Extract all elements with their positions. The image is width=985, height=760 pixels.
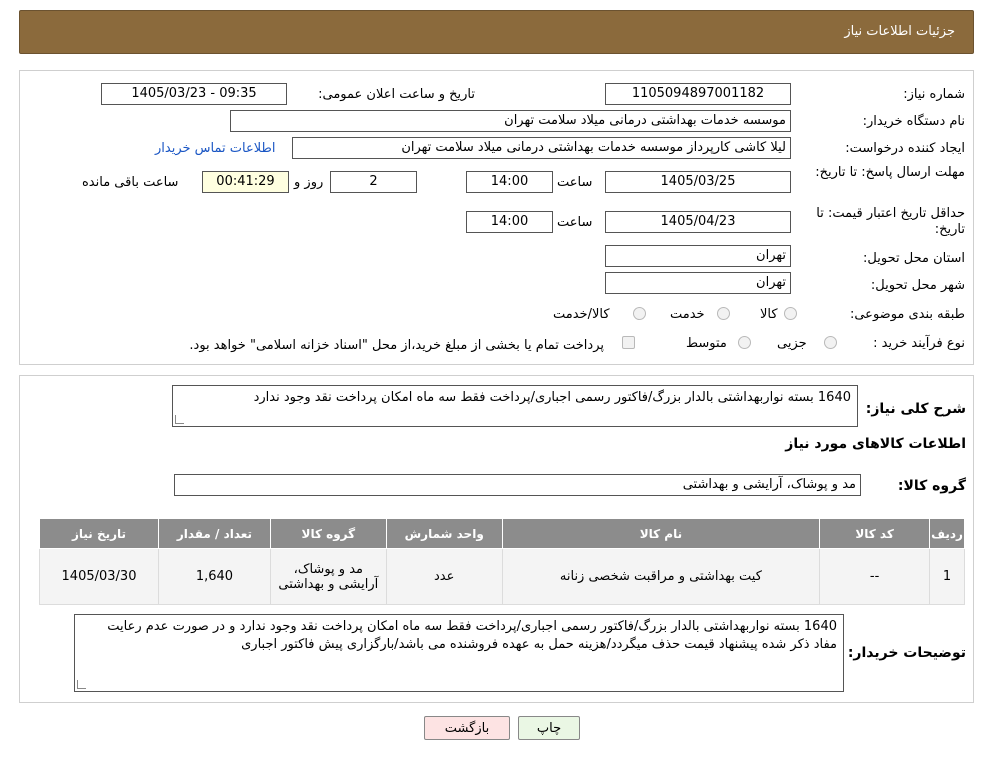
- process-medium-radio[interactable]: [738, 336, 751, 349]
- price-validity-label: حداقل تاریخ اعتبار قیمت: تا تاریخ:: [816, 206, 965, 237]
- goods-group-field: مد و پوشاک، آرایشی و بهداشتی: [174, 474, 861, 496]
- process-minor-label: جزیی: [777, 336, 807, 351]
- province-field: تهران: [605, 245, 791, 267]
- announce-date-field: 1405/03/23 - 09:35: [101, 83, 287, 105]
- cell-row: 1: [929, 548, 965, 605]
- city-field: تهران: [605, 272, 791, 294]
- category-service-radio[interactable]: [717, 307, 730, 320]
- price-validity-time-label: ساعت: [557, 215, 593, 230]
- col-date: تاریخ نیاز: [39, 518, 159, 549]
- cell-name: کیت بهداشتی و مراقبت شخصی زنانه: [501, 548, 821, 605]
- need-number-label: شماره نیاز:: [903, 87, 965, 102]
- buyer-contact-link[interactable]: اطلاعات تماس خریدار: [155, 141, 275, 156]
- buyer-org-field: موسسه خدمات بهداشتی درمانی میلاد سلامت ت…: [230, 110, 791, 132]
- cell-code: --: [819, 548, 931, 605]
- buyer-notes-textarea[interactable]: 1640 بسته نواربهداشتی بالدار بزرگ/فاکتور…: [74, 614, 844, 692]
- goods-group-label: گروه کالا:: [897, 478, 966, 494]
- deadline-label: مهلت ارسال پاسخ: تا تاریخ:: [815, 165, 965, 180]
- process-type-label: نوع فرآیند خرید :: [873, 336, 965, 351]
- cell-date: 1405/03/30: [39, 548, 159, 605]
- resize-grip-icon[interactable]: [77, 680, 86, 689]
- creator-field: لیلا کاشی کارپرداز موسسه خدمات بهداشتی د…: [292, 137, 791, 159]
- buyer-notes-label: توضیحات خریدار:: [847, 645, 966, 661]
- print-button[interactable]: چاپ: [518, 716, 580, 740]
- col-name: نام کالا: [501, 518, 821, 549]
- category-goods-service-radio[interactable]: [633, 307, 646, 320]
- description-label: شرح کلی نیاز:: [865, 401, 966, 417]
- treasury-bonds-note: پرداخت تمام یا بخشی از مبلغ خرید،از محل …: [189, 338, 604, 353]
- need-number-field: 1105094897001182: [605, 83, 791, 105]
- category-label: طبقه بندی موضوعی:: [849, 307, 965, 322]
- remaining-time-label: ساعت باقی مانده: [82, 175, 179, 190]
- remaining-days-field: 2: [330, 171, 417, 193]
- process-minor-radio[interactable]: [824, 336, 837, 349]
- announce-date-label: تاریخ و ساعت اعلان عمومی:: [318, 87, 475, 102]
- buyer-notes-text: 1640 بسته نواربهداشتی بالدار بزرگ/فاکتور…: [107, 619, 837, 652]
- category-goods-radio[interactable]: [784, 307, 797, 320]
- description-text: 1640 بسته نواربهداشتی بالدار بزرگ/فاکتور…: [253, 390, 851, 405]
- goods-table: ردیف کد کالا نام کالا واحد شمارش گروه کا…: [39, 518, 965, 605]
- table-row: 1 -- کیت بهداشتی و مراقبت شخصی زنانه عدد…: [39, 548, 965, 605]
- cell-unit: عدد: [385, 548, 503, 605]
- page-header: جزئیات اطلاعات نیاز: [19, 10, 974, 54]
- category-goods-label: کالا: [760, 307, 778, 322]
- buyer-org-label: نام دستگاه خریدار:: [862, 114, 965, 129]
- deadline-time-label: ساعت: [557, 175, 593, 190]
- description-textarea[interactable]: 1640 بسته نواربهداشتی بالدار بزرگ/فاکتور…: [172, 385, 858, 427]
- city-label: شهر محل تحویل:: [870, 278, 965, 293]
- col-code: کد کالا: [819, 518, 931, 549]
- creator-label: ایجاد کننده درخواست:: [845, 141, 965, 156]
- resize-grip-icon[interactable]: [175, 415, 184, 424]
- col-row: ردیف: [929, 518, 965, 549]
- goods-section-title: اطلاعات کالاهای مورد نیاز: [785, 436, 966, 452]
- cell-group: مد و پوشاک، آرایشی و بهداشتی: [269, 548, 387, 605]
- province-label: استان محل تحویل:: [863, 251, 965, 266]
- process-medium-label: متوسط: [686, 336, 727, 351]
- cell-qty: 1,640: [158, 548, 271, 605]
- deadline-time-field: 14:00: [466, 171, 553, 193]
- deadline-date-field: 1405/03/25: [605, 171, 791, 193]
- remaining-time-field: 00:41:29: [202, 171, 289, 193]
- back-button[interactable]: بازگشت: [424, 716, 510, 740]
- page-title: جزئیات اطلاعات نیاز: [844, 24, 955, 39]
- price-validity-date-field: 1405/04/23: [605, 211, 791, 233]
- category-service-label: خدمت: [670, 307, 705, 322]
- days-label: روز و: [294, 175, 324, 190]
- category-goods-service-label: کالا/خدمت: [553, 307, 610, 322]
- col-unit: واحد شمارش: [385, 518, 503, 549]
- col-qty: تعداد / مقدار: [158, 518, 271, 549]
- price-validity-time-field: 14:00: [466, 211, 553, 233]
- treasury-bonds-checkbox[interactable]: [622, 336, 635, 349]
- goods-table-header: ردیف کد کالا نام کالا واحد شمارش گروه کا…: [39, 518, 965, 549]
- col-group: گروه کالا: [269, 518, 387, 549]
